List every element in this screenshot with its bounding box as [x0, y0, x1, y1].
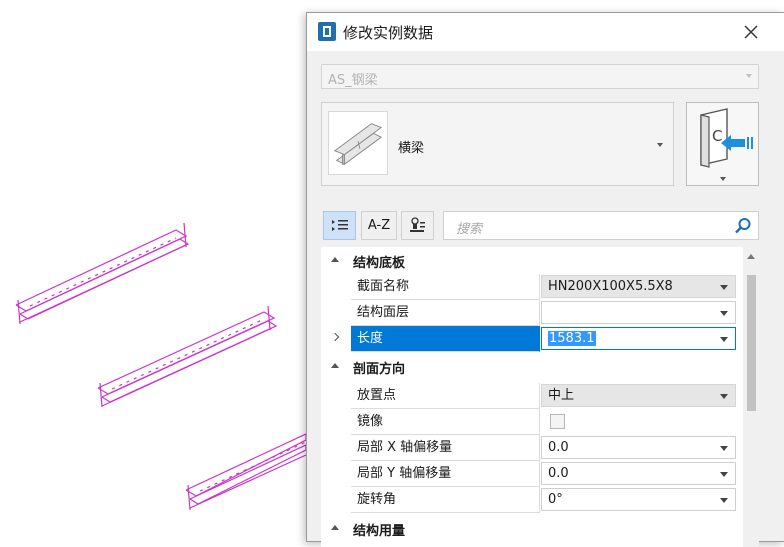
property-row[interactable]: 放置点 中上: [321, 383, 743, 409]
chevron-down-icon: [720, 285, 728, 290]
import-button[interactable]: C: [686, 102, 759, 186]
x-offset-dropdown[interactable]: 0.0: [541, 436, 736, 459]
chevron-down-icon: [720, 498, 728, 503]
category-header[interactable]: 结构底板: [321, 247, 743, 274]
categorized-view-icon: [332, 220, 348, 231]
property-name: 结构面层: [351, 300, 540, 326]
property-row-selected[interactable]: 长度 1583.1: [321, 326, 743, 352]
property-row[interactable]: 局部 Y 轴偏移量 0.0: [321, 461, 743, 487]
search-input[interactable]: 搜索: [443, 211, 759, 240]
chevron-right-icon[interactable]: [330, 332, 340, 342]
filter-button[interactable]: [401, 211, 434, 240]
collapse-icon[interactable]: [331, 363, 339, 368]
categorized-view-button[interactable]: [323, 211, 356, 240]
chevron-down-icon: [720, 311, 728, 316]
property-name: 旋转角: [351, 487, 540, 513]
property-name: 长度: [351, 326, 540, 352]
property-value: 0°: [548, 492, 563, 507]
element-type-label: 横梁: [398, 141, 425, 156]
chevron-down-icon: [720, 177, 726, 181]
modify-instance-dialog: 修改实例数据 AS_钢梁 横梁 C A-Z 搜索 结构底板 截面名称 HN200…: [306, 12, 784, 547]
property-value: 1583.1: [548, 331, 596, 346]
section-name-dropdown[interactable]: HN200X100X5.5X8: [541, 275, 736, 298]
property-row[interactable]: 旋转角 0°: [321, 487, 743, 513]
property-name: 放置点: [351, 383, 540, 409]
property-name: 镜像: [351, 409, 540, 435]
rotation-dropdown[interactable]: 0°: [541, 488, 736, 511]
chevron-down-icon: [720, 394, 728, 399]
category-label: 结构底板: [353, 256, 406, 271]
app-icon: [318, 22, 336, 41]
filter-icon: [410, 217, 425, 232]
chevron-down-icon: [720, 472, 728, 477]
category-label: 结构用量: [353, 524, 406, 539]
close-icon[interactable]: [740, 21, 762, 43]
property-name: 局部 X 轴偏移量: [351, 435, 540, 461]
sort-az-button[interactable]: A-Z: [361, 211, 397, 240]
search-icon[interactable]: [734, 217, 752, 235]
chevron-down-icon: [720, 446, 728, 451]
scroll-thumb[interactable]: [747, 275, 756, 411]
property-toolbar: A-Z 搜索: [321, 211, 759, 241]
mirror-checkbox[interactable]: [550, 414, 565, 429]
property-value: HN200X100X5.5X8: [548, 279, 673, 294]
beam-2[interactable]: [97, 305, 278, 408]
beam-thumbnail-icon: [328, 111, 388, 175]
chevron-down-icon: [657, 143, 663, 147]
beam-1[interactable]: [15, 222, 190, 325]
length-input[interactable]: 1583.1: [541, 327, 736, 350]
property-grid: 结构底板 截面名称 HN200X100X5.5X8 结构面层 长度 1583.1: [321, 247, 743, 547]
property-row[interactable]: 结构面层: [321, 300, 743, 326]
search-placeholder: 搜索: [456, 222, 483, 237]
category-header[interactable]: 剖面方向: [321, 353, 743, 380]
type-select-value: AS_钢梁: [328, 73, 378, 88]
property-value: 中上: [548, 388, 575, 403]
element-type-selector[interactable]: 横梁: [321, 102, 674, 186]
collapse-icon[interactable]: [331, 257, 339, 262]
property-row[interactable]: 镜像: [321, 409, 743, 435]
beam-3[interactable]: [185, 433, 307, 511]
scrollbar[interactable]: [743, 247, 759, 547]
property-name: 局部 Y 轴偏移量: [351, 461, 540, 487]
title-bar[interactable]: 修改实例数据: [307, 13, 784, 51]
property-name: 截面名称: [351, 274, 540, 300]
collapse-icon[interactable]: [331, 525, 339, 530]
y-offset-dropdown[interactable]: 0.0: [541, 462, 736, 485]
chevron-down-icon: [746, 74, 752, 78]
finish-layer-dropdown[interactable]: [541, 301, 736, 324]
property-row[interactable]: 局部 X 轴偏移量 0.0: [321, 435, 743, 461]
scroll-up-icon[interactable]: [747, 254, 755, 259]
property-row[interactable]: 截面名称 HN200X100X5.5X8: [321, 274, 743, 300]
property-value: 0.0: [548, 440, 569, 455]
chevron-down-icon: [720, 337, 728, 342]
type-select[interactable]: AS_钢梁: [321, 64, 759, 89]
category-header[interactable]: 结构用量: [321, 515, 743, 542]
import-book-icon: C: [700, 108, 753, 168]
svg-text:C: C: [712, 127, 722, 145]
category-label: 剖面方向: [353, 362, 406, 377]
property-value: 0.0: [548, 466, 569, 481]
dialog-title: 修改实例数据: [343, 24, 434, 42]
mirror-cell: [541, 410, 736, 433]
placement-point-dropdown[interactable]: 中上: [541, 384, 736, 407]
